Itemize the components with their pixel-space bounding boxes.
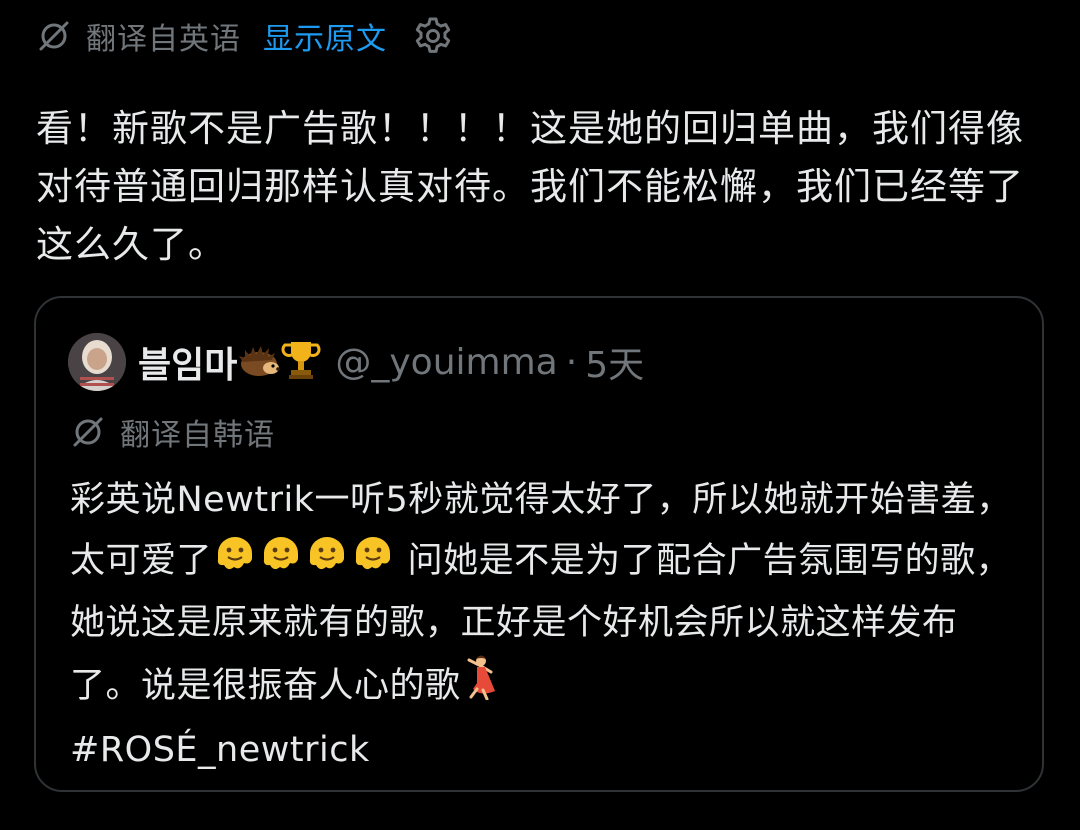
quoted-translation-label: 翻译自韩语 xyxy=(120,418,275,453)
author-name[interactable]: 블임마 xyxy=(138,336,237,388)
post-text: 看！新歌不是广告歌！！！！这是她的回归单曲，我们得像对待普通回归那样认真对待。我… xyxy=(36,107,1024,266)
translate-off-icon xyxy=(70,414,106,450)
quoted-translation-bar: 翻译自韩语 xyxy=(70,408,275,456)
quoted-post-card[interactable]: 블임마 @_youimma · 5天 翻译自韩语 彩英说Newtrik一听5秒就… xyxy=(34,296,1044,792)
hedgehog-icon xyxy=(237,340,281,384)
translation-label: 翻译自英语 xyxy=(86,22,241,57)
show-original-link[interactable]: 显示原文 xyxy=(263,14,387,58)
quoted-post-header: 블임마 @_youimma · 5天 xyxy=(68,332,644,392)
avatar[interactable] xyxy=(68,333,126,391)
hashtag-link[interactable]: #ROSÉ_newtrick xyxy=(70,730,370,770)
author-handle[interactable]: @_youimma xyxy=(335,342,557,383)
trophy-icon xyxy=(281,338,321,386)
translation-bar: 翻译自英语 显示原文 xyxy=(36,10,455,62)
melting-face-icon xyxy=(258,532,304,593)
dancing-woman-icon xyxy=(461,654,501,720)
melting-face-icon xyxy=(304,532,350,593)
quoted-post-body: 彩英说Newtrik一听5秒就觉得太好了，所以她就开始害羞，太可爱了 问她是不是… xyxy=(70,470,1020,781)
gear-icon[interactable] xyxy=(411,14,455,58)
melting-face-icon xyxy=(350,532,396,593)
separator-dot: · xyxy=(565,341,578,383)
translate-off-icon xyxy=(36,18,72,54)
melting-face-icon xyxy=(212,532,258,593)
post-time[interactable]: 5天 xyxy=(585,336,644,388)
